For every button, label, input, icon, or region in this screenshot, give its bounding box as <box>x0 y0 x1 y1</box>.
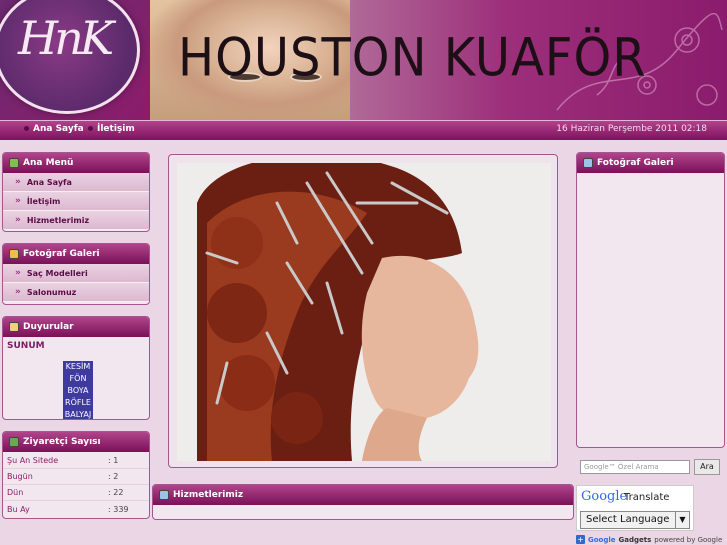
menu-item-label: Ana Sayfa <box>26 177 72 187</box>
stat-label: Dün <box>7 488 24 497</box>
right-gallery-title: Fotoğraf Galeri <box>597 158 674 168</box>
image-icon <box>9 249 19 259</box>
main-menu-header: Ana Menü <box>3 153 149 173</box>
visitor-count-header: Ziyaretçi Sayısı <box>3 432 149 452</box>
top-navbar: Ana Sayfa İletişim 16 Haziran Perşembe 2… <box>0 120 727 140</box>
nav-home-label: Ana Sayfa <box>33 124 84 134</box>
ticker-item: BALYAJ <box>63 409 93 419</box>
double-arrow-icon: » <box>15 214 21 225</box>
double-arrow-icon: » <box>15 195 21 206</box>
menu-item-contact[interactable]: » İletişim <box>3 192 149 211</box>
menu-item-label: Saç Modelleri <box>26 268 88 278</box>
announcements-panel: Duyurular SUNUM KESİM FÖN BOYA RÖFLE BAL… <box>2 316 150 420</box>
bullet-icon <box>88 126 93 131</box>
gallery-menu-panel: Fotoğraf Galeri » Saç Modelleri » Salonumu… <box>2 243 150 305</box>
services-panel: Hizmetlerimiz <box>152 484 574 520</box>
main-menu-panel: Ana Menü » Ana Sayfa » İletişim » Hizmetler… <box>2 152 150 232</box>
nav-home[interactable]: Ana Sayfa <box>24 124 84 134</box>
stat-row: Bugün : 2 <box>3 469 149 485</box>
menu-item-home[interactable]: » Ana Sayfa <box>3 173 149 192</box>
nav-contact-label: İletişim <box>97 124 135 134</box>
announcement-heading: SUNUM <box>7 341 45 351</box>
stat-row: Dün : 22 <box>3 485 149 501</box>
stat-row: Bu Ay : 339 <box>3 501 149 517</box>
ticker-item: FÖN <box>63 373 93 385</box>
stat-value: : 22 <box>108 488 124 497</box>
main-menu-title: Ana Menü <box>23 158 74 168</box>
translate-label: Translate <box>624 492 670 503</box>
stat-value: : 1 <box>108 456 119 465</box>
gallery-menu-title: Fotoğraf Galeri <box>23 249 100 259</box>
featured-photo-frame <box>168 154 558 468</box>
google-search-input[interactable]: Google™ Özel Arama <box>580 460 690 474</box>
menu-item-salon[interactable]: » Salonumuz <box>3 283 149 302</box>
language-select[interactable]: Select Language ▼ <box>580 511 690 529</box>
stat-row: Şu An Sitede : 1 <box>3 453 149 469</box>
notes-icon <box>9 322 19 332</box>
visitor-count-title: Ziyaretçi Sayısı <box>23 437 101 447</box>
google-logo: Google <box>581 489 628 504</box>
chevron-down-icon: ▼ <box>675 512 689 528</box>
menu-item-services[interactable]: » Hizmetlerimiz <box>3 211 149 230</box>
stat-label: Bu Ay <box>7 504 30 514</box>
image-icon <box>583 158 593 168</box>
menu-item-hair-models[interactable]: » Saç Modelleri <box>3 264 149 283</box>
double-arrow-icon: » <box>15 267 21 278</box>
nav-contact[interactable]: İletişim <box>88 124 135 134</box>
chart-icon <box>9 437 19 447</box>
announcements-title: Duyurular <box>23 322 74 332</box>
menu-item-label: İletişim <box>26 196 61 206</box>
logo-text: HnK <box>18 11 114 65</box>
services-title: Hizmetlerimiz <box>173 490 244 500</box>
ticker-item: BOYA <box>63 385 93 397</box>
plus-icon: + <box>576 535 585 544</box>
stat-value: : 2 <box>108 472 119 481</box>
current-date: 16 Haziran Perşembe 2011 02:18 <box>556 124 707 134</box>
featured-photo <box>177 163 551 461</box>
site-header: HnK HOUSTON KUAFÖR <box>0 0 727 120</box>
site-title: HOUSTON KUAFÖR <box>178 27 647 89</box>
gadgets-label: Gadgets <box>618 535 652 544</box>
visitor-count-panel: Ziyaretçi Sayısı Şu An Sitede : 1 Bugün : … <box>2 431 150 519</box>
bullet-icon <box>24 126 29 131</box>
image-icon <box>159 490 169 500</box>
right-gallery-header: Fotoğraf Galeri <box>577 153 724 173</box>
logo-area[interactable]: HnK <box>0 0 150 120</box>
google-translate-widget: Google Translate Select Language ▼ <box>576 485 694 531</box>
right-gallery-panel: Fotoğraf Galeri <box>576 152 725 448</box>
ticker-item: KESİM <box>63 361 93 373</box>
menu-item-label: Salonumuz <box>26 287 77 297</box>
stat-label: Bugün <box>7 472 33 481</box>
hair-model-illustration <box>177 163 551 461</box>
announcements-header: Duyurular <box>3 317 149 337</box>
gallery-menu-header: Fotoğraf Galeri <box>3 244 149 264</box>
gadgets-powered: powered by Google <box>654 535 723 544</box>
stat-value: : 339 <box>108 504 129 514</box>
search-button[interactable]: Ara <box>694 459 720 475</box>
ticker-item: RÖFLE <box>63 397 93 409</box>
gadgets-google-brand: Google <box>588 535 616 544</box>
services-header: Hizmetlerimiz <box>153 485 573 505</box>
double-arrow-icon: » <box>15 286 21 297</box>
stat-label: Şu An Sitede <box>7 456 59 465</box>
home-icon <box>9 158 19 168</box>
language-select-value: Select Language <box>586 514 670 525</box>
menu-item-label: Hizmetlerimiz <box>26 215 90 225</box>
google-gadgets-link[interactable]: + Google Gadgets powered by Google <box>576 534 722 545</box>
double-arrow-icon: » <box>15 176 21 187</box>
